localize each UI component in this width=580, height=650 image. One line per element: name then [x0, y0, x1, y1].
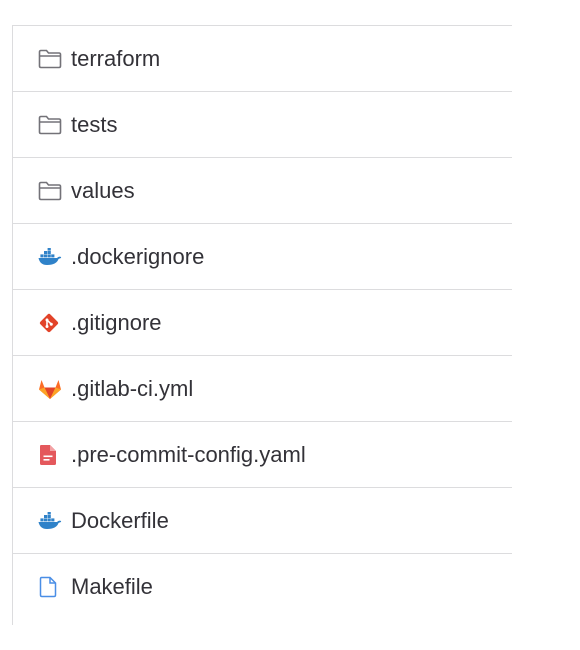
file-row-values[interactable]: values — [13, 158, 512, 224]
file-row-dockerfile[interactable]: Dockerfile — [13, 488, 512, 554]
file-name[interactable]: terraform — [71, 47, 160, 70]
gitlab-icon — [38, 378, 64, 400]
file-row-terraform[interactable]: terraform — [13, 26, 512, 92]
file-name[interactable]: .gitignore — [71, 311, 162, 334]
file-name[interactable]: Dockerfile — [71, 509, 169, 532]
file-row-dockerignore[interactable]: .dockerignore — [13, 224, 512, 290]
file-name[interactable]: .pre-commit-config.yaml — [71, 443, 306, 466]
file-row-makefile[interactable]: Makefile — [13, 554, 512, 620]
file-name[interactable]: .gitlab-ci.yml — [71, 377, 193, 400]
file-name[interactable]: .dockerignore — [71, 245, 204, 268]
folder-icon — [38, 180, 64, 202]
docker-icon — [38, 246, 64, 268]
folder-icon — [38, 114, 64, 136]
file-row-pre-commit-config[interactable]: .pre-commit-config.yaml — [13, 422, 512, 488]
file-row-gitlab-ci[interactable]: .gitlab-ci.yml — [13, 356, 512, 422]
file-name[interactable]: values — [71, 179, 135, 202]
git-icon — [38, 312, 64, 334]
file-list: terraform tests values .dockerignore .gi… — [12, 25, 512, 625]
file-icon — [38, 576, 64, 598]
file-name[interactable]: Makefile — [71, 576, 153, 598]
file-row-tests[interactable]: tests — [13, 92, 512, 158]
yaml-file-icon — [38, 444, 64, 466]
docker-icon — [38, 510, 64, 532]
file-row-gitignore[interactable]: .gitignore — [13, 290, 512, 356]
file-name[interactable]: tests — [71, 113, 117, 136]
folder-icon — [38, 48, 64, 70]
